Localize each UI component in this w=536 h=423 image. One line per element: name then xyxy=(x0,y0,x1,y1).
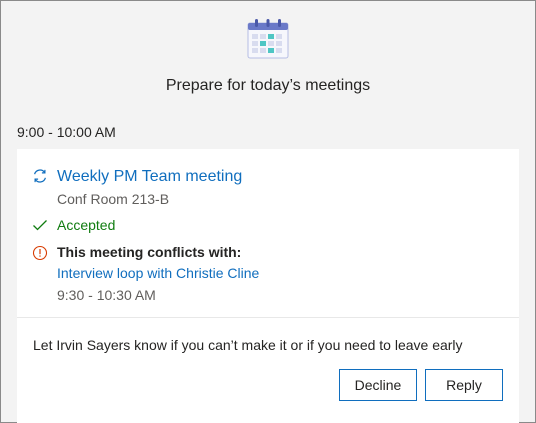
meeting-time-range: 9:00 - 10:00 AM xyxy=(17,124,116,140)
page-title: Prepare for today’s meetings xyxy=(165,77,371,94)
meeting-card: Weekly PM Team meeting Conf Room 213-B A… xyxy=(17,149,519,423)
warning-info-icon xyxy=(32,245,48,261)
organizer-notice: Let Irvin Sayers know if you can’t make … xyxy=(33,337,463,353)
response-status: Accepted xyxy=(57,217,116,233)
meeting-title-link[interactable]: Weekly PM Team meeting xyxy=(57,168,242,186)
checkmark-icon xyxy=(33,220,47,231)
calendar-icon xyxy=(247,19,289,59)
conflict-label: This meeting conflicts with: xyxy=(57,244,242,260)
divider xyxy=(17,317,519,318)
reply-button[interactable]: Reply xyxy=(425,369,503,401)
conflicting-meeting-time: 9:30 - 10:30 AM xyxy=(57,287,156,303)
decline-button[interactable]: Decline xyxy=(339,369,417,401)
meeting-location: Conf Room 213-B xyxy=(57,191,170,207)
meeting-prep-panel: Prepare for today’s meetings 9:00 - 10:0… xyxy=(0,0,536,423)
recurring-icon xyxy=(34,169,46,183)
conflicting-meeting-link[interactable]: Interview loop with Christie Cline xyxy=(57,265,259,281)
